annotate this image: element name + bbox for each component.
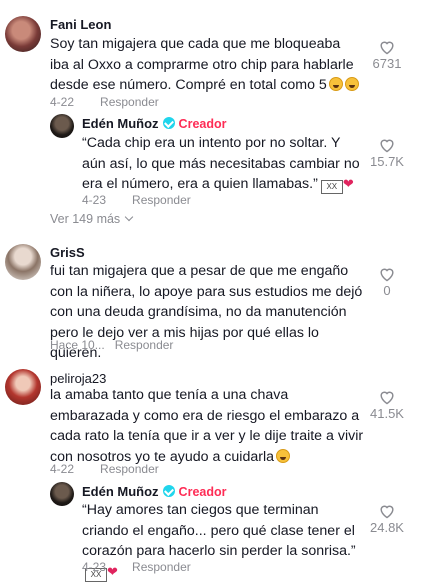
comment-meta: Hace 10... Responder (50, 338, 173, 352)
like-count: 0 (383, 283, 391, 298)
reply-username[interactable]: Edén Muñoz Creador (82, 484, 226, 499)
comment-date: 4-22 (50, 462, 75, 476)
grinning-sweat-emoji (328, 77, 343, 92)
reply-button[interactable]: Responder (100, 462, 159, 476)
reply-button[interactable]: Responder (132, 193, 191, 207)
comment-date: Hace 10... (50, 338, 105, 352)
like-button[interactable]: 41.5K (362, 389, 412, 421)
comment-text: la amaba tanto que tenía a una chava emb… (50, 387, 364, 465)
red-heart-emoji: ❤ (342, 176, 354, 192)
avatar[interactable] (5, 369, 41, 405)
like-button[interactable]: 0 (362, 266, 412, 298)
avatar[interactable] (5, 16, 41, 52)
reply-date: 4-23 (82, 560, 107, 574)
comment-meta: 4-22 Responder (50, 462, 159, 476)
avatar[interactable] (50, 114, 74, 138)
avatar[interactable] (50, 482, 74, 506)
verified-icon (162, 117, 175, 129)
verified-icon (162, 485, 175, 497)
reply-button[interactable]: Responder (100, 95, 159, 109)
reply-date: 4-23 (82, 193, 107, 207)
chevron-down-icon (124, 212, 134, 222)
heart-icon (380, 41, 394, 55)
like-button[interactable]: 6731 (362, 39, 412, 71)
like-count: 6731 (372, 56, 402, 71)
creator-badge: Creador (178, 117, 227, 131)
comment-meta: 4-22 Responder (50, 95, 159, 109)
like-count: 15.7K (370, 154, 404, 169)
grinning-sweat-emoji (276, 448, 290, 463)
view-more-replies[interactable]: Ver 149 más (50, 212, 134, 226)
reply-username[interactable]: Edén Muñoz Creador (82, 116, 226, 131)
reply-button[interactable]: Responder (132, 560, 191, 574)
grinning-sweat-emoji (344, 77, 359, 92)
like-count: 41.5K (370, 406, 404, 421)
unknown-glyph-icon: ΧΧ (320, 180, 343, 195)
like-count: 24.8K (370, 520, 404, 535)
reply-meta: 4-23 Responder (82, 193, 191, 207)
like-button[interactable]: 24.8K (362, 503, 412, 535)
avatar[interactable] (5, 244, 41, 280)
heart-icon (380, 139, 394, 153)
like-button[interactable]: 15.7K (362, 137, 412, 169)
comment-username[interactable]: GrisS (50, 245, 85, 260)
reply-meta: 4-23 Responder (82, 560, 191, 574)
heart-icon (380, 268, 394, 282)
heart-icon (380, 391, 394, 405)
comment-username[interactable]: peliroja23 (50, 371, 106, 386)
reply-text: “Cada chip era un intento por no soltar.… (82, 135, 360, 195)
comment-username[interactable]: Fani Leon (50, 17, 111, 32)
heart-icon (380, 505, 394, 519)
reply-button[interactable]: Responder (115, 338, 174, 352)
comment-text: Soy tan migajera que cada que me bloquea… (50, 34, 362, 96)
comment-date: 4-22 (50, 95, 75, 109)
creator-badge: Creador (178, 485, 227, 499)
